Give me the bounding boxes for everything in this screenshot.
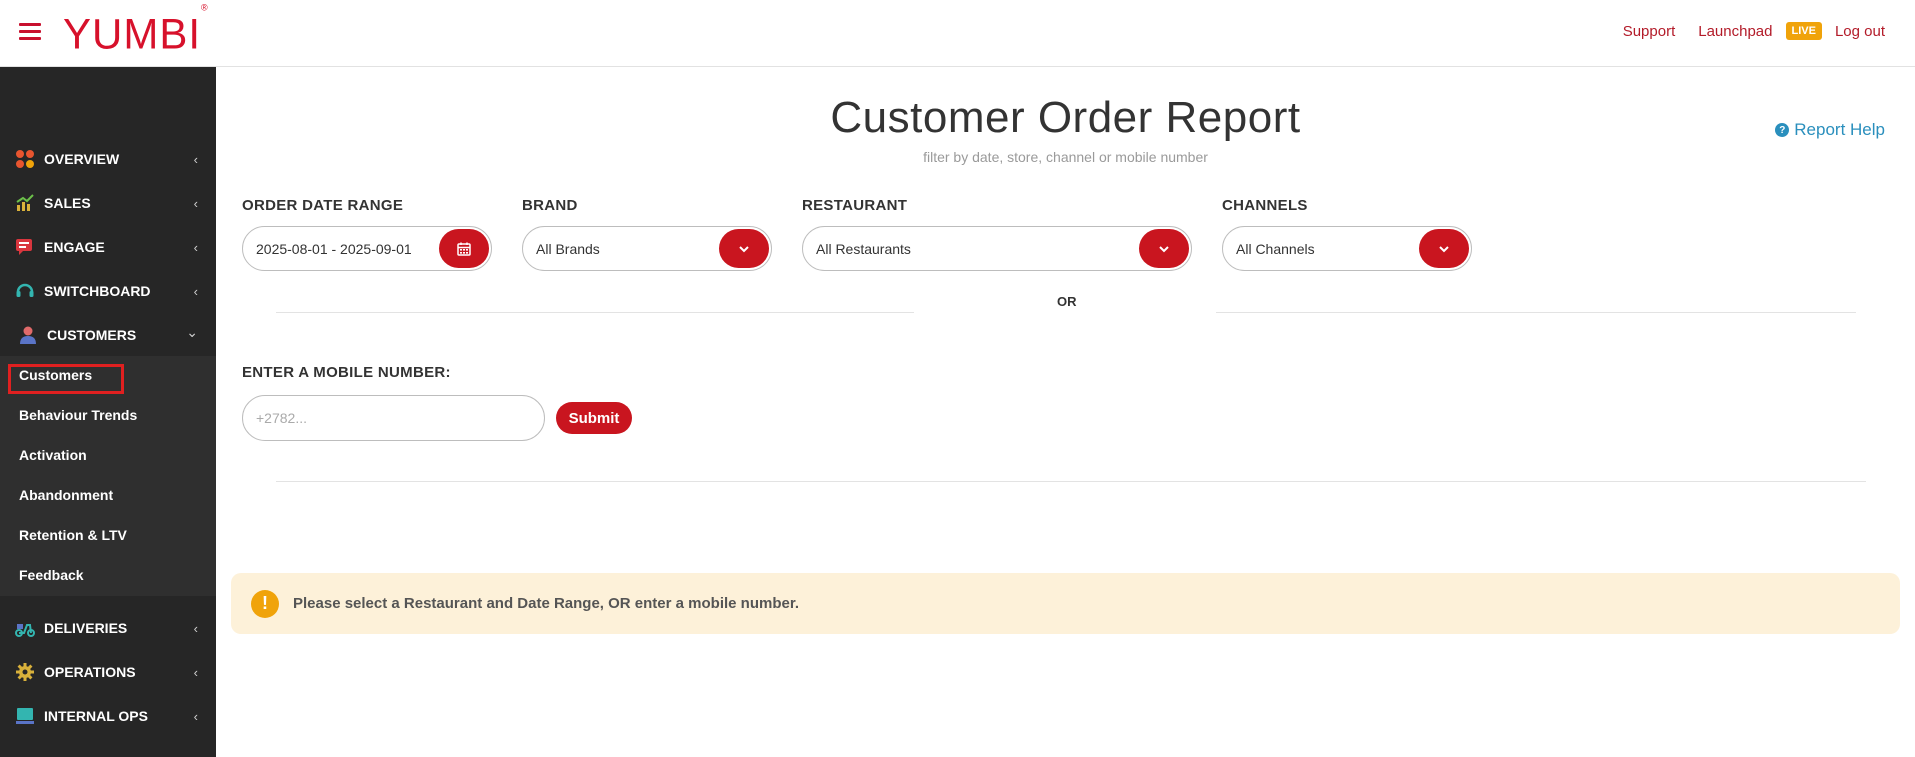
sidebar-item-internal-ops[interactable]: INTERNAL OPS ‹: [0, 696, 216, 736]
chevron-down-icon: [1159, 245, 1169, 252]
calendar-button[interactable]: [439, 229, 489, 268]
sales-chart-icon: [16, 194, 34, 211]
submenu-item-feedback[interactable]: Feedback: [19, 567, 84, 583]
customer-icon: [20, 326, 36, 344]
live-badge: LIVE: [1785, 22, 1822, 40]
date-range-value: 2025-08-01 - 2025-09-01: [256, 240, 412, 257]
submenu-item-behaviour-trends[interactable]: Behaviour Trends: [19, 407, 137, 423]
menu-toggle-icon[interactable]: [19, 23, 41, 41]
sidebar-item-label: SALES: [44, 195, 91, 211]
exclamation-icon: !: [251, 589, 279, 618]
logout-link[interactable]: Log out: [1835, 23, 1885, 40]
scooter-icon: [15, 624, 35, 637]
launchpad-link[interactable]: Launchpad: [1698, 23, 1772, 40]
registered-mark: ®: [201, 2, 209, 13]
sidebar-item-overview[interactable]: OVERVIEW ‹: [0, 139, 216, 179]
channels-dropdown-button[interactable]: [1419, 229, 1469, 268]
gear-icon: [16, 663, 34, 681]
divider-left: [276, 312, 914, 313]
chevron-down-icon: [739, 245, 749, 252]
yumbi-logo[interactable]: YUMBI®: [63, 2, 209, 59]
submenu-item-activation[interactable]: Activation: [19, 447, 87, 463]
chevron-down-icon: [1439, 245, 1449, 252]
top-bar: YUMBI® Support Launchpad LIVE Log out: [0, 0, 1915, 67]
sidebar-item-label: OVERVIEW: [44, 151, 120, 167]
overview-icon: [16, 150, 34, 168]
restaurant-select-value: All Restaurants: [816, 240, 911, 257]
chevron-left-icon: ‹: [193, 664, 198, 680]
brand-select[interactable]: All Brands: [522, 226, 772, 271]
sidebar-item-sales[interactable]: SALES ‹: [0, 183, 216, 223]
brand-label: BRAND: [522, 197, 578, 214]
sidebar-item-deliveries[interactable]: DELIVERIES ‹: [0, 608, 216, 648]
calendar-icon: [457, 242, 471, 256]
sidebar-item-label: CUSTOMERS: [47, 327, 137, 343]
restaurant-select[interactable]: All Restaurants: [802, 226, 1192, 271]
report-help-link[interactable]: ? Report Help: [1775, 120, 1885, 140]
sidebar-item-customers[interactable]: CUSTOMERS ⌄: [0, 315, 216, 355]
page-subtitle: filter by date, store, channel or mobile…: [923, 149, 1208, 165]
chevron-left-icon: ‹: [193, 283, 198, 299]
submenu-item-abandonment[interactable]: Abandonment: [19, 487, 113, 503]
sidebar-item-label: OPERATIONS: [44, 664, 136, 680]
chevron-left-icon: ‹: [193, 620, 198, 636]
question-circle-icon: ?: [1775, 123, 1790, 137]
submit-button[interactable]: Submit: [556, 402, 632, 434]
sidebar-item-switchboard[interactable]: SWITCHBOARD ‹: [0, 271, 216, 311]
engage-chat-icon: [16, 239, 32, 255]
sidebar-item-operations[interactable]: OPERATIONS ‹: [0, 652, 216, 692]
restaurant-label: RESTAURANT: [802, 197, 908, 214]
headset-icon: [16, 283, 34, 297]
sidebar-item-engage[interactable]: ENGAGE ‹: [0, 227, 216, 267]
divider-right: [1216, 312, 1856, 313]
sidebar-item-label: ENGAGE: [44, 239, 105, 255]
or-separator: OR: [1057, 294, 1077, 309]
date-range-label: ORDER DATE RANGE: [242, 197, 404, 214]
mobile-number-label: ENTER A MOBILE NUMBER:: [242, 364, 451, 381]
alert-message: Please select a Restaurant and Date Rang…: [293, 595, 800, 612]
brand-dropdown-button[interactable]: [719, 229, 769, 268]
top-nav: Support Launchpad LIVE Log out: [1623, 22, 1885, 40]
submenu-item-retention-ltv[interactable]: Retention & LTV: [19, 527, 127, 543]
sidebar-item-label: DELIVERIES: [44, 620, 128, 636]
support-link[interactable]: Support: [1623, 23, 1676, 40]
chevron-down-icon: ⌄: [186, 324, 198, 340]
divider: [276, 481, 1866, 482]
channels-label: CHANNELS: [1222, 197, 1308, 214]
chevron-left-icon: ‹: [193, 151, 198, 167]
chevron-left-icon: ‹: [193, 195, 198, 211]
chevron-left-icon: ‹: [193, 708, 198, 724]
brand-select-value: All Brands: [536, 240, 600, 257]
warning-alert: ! Please select a Restaurant and Date Ra…: [231, 573, 1900, 634]
sidebar-item-label: SWITCHBOARD: [44, 283, 151, 299]
monitor-icon: [16, 708, 34, 724]
active-item-highlight: [8, 364, 124, 394]
sidebar: OVERVIEW ‹ SALES ‹ ENGAGE ‹ SWITCHBOARD …: [0, 67, 216, 757]
report-help-label: Report Help: [1794, 120, 1885, 139]
main-content: Customer Order Report filter by date, st…: [216, 67, 1915, 757]
mobile-number-input[interactable]: [242, 395, 545, 441]
date-range-input[interactable]: 2025-08-01 - 2025-09-01: [242, 226, 492, 271]
restaurant-dropdown-button[interactable]: [1139, 229, 1189, 268]
logo-text: YUMBI: [63, 9, 202, 58]
channels-select-value: All Channels: [1236, 240, 1315, 257]
channels-select[interactable]: All Channels: [1222, 226, 1472, 271]
page-title: Customer Order Report: [830, 93, 1301, 142]
chevron-left-icon: ‹: [193, 239, 198, 255]
sidebar-item-label: INTERNAL OPS: [44, 708, 148, 724]
